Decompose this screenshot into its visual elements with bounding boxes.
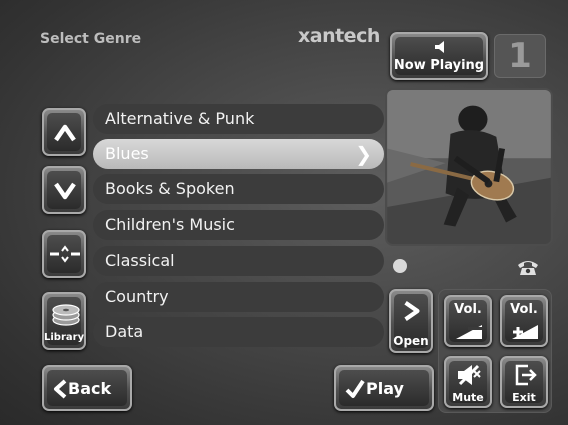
status-dot-icon bbox=[393, 259, 407, 273]
speaker-icon bbox=[435, 41, 444, 53]
chevron-right-icon bbox=[404, 301, 420, 321]
album-art bbox=[385, 88, 553, 246]
back-button[interactable]: Back bbox=[42, 365, 132, 411]
arrow-down-icon bbox=[54, 182, 76, 200]
checkmark-icon bbox=[345, 379, 365, 398]
genre-list-item[interactable]: Classical bbox=[93, 246, 384, 276]
exit-button[interactable]: Exit bbox=[500, 356, 548, 408]
open-label: Open bbox=[393, 334, 429, 348]
genre-list-item[interactable]: Books & Spoken bbox=[93, 174, 384, 204]
back-label: Back bbox=[68, 379, 112, 398]
screen: Select Genre xantech Now Playing 1 Libra… bbox=[0, 0, 568, 425]
mute-button[interactable]: Mute bbox=[444, 356, 492, 408]
genre-label: Classical bbox=[105, 251, 175, 270]
genre-label: Books & Spoken bbox=[105, 179, 235, 198]
genre-list-item[interactable]: Data bbox=[93, 317, 384, 347]
genre-list-item[interactable]: Children's Music bbox=[93, 210, 384, 240]
disc-stack-icon bbox=[52, 304, 80, 326]
page-title: Select Genre bbox=[40, 31, 142, 47]
volume-up-button[interactable]: Vol. bbox=[500, 295, 548, 347]
arrow-left-icon bbox=[54, 379, 67, 399]
genre-list-item-selected[interactable]: Blues ❯ bbox=[93, 139, 384, 169]
chevron-right-icon: ❯ bbox=[355, 142, 372, 166]
exit-label: Exit bbox=[512, 391, 536, 404]
volume-down-icon bbox=[456, 325, 482, 339]
now-playing-label: Now Playing bbox=[393, 58, 485, 73]
open-button[interactable]: Open bbox=[389, 289, 433, 353]
brand-logo: xantech bbox=[298, 25, 380, 47]
library-button[interactable]: Library bbox=[42, 292, 86, 350]
jump-button[interactable] bbox=[42, 230, 86, 278]
zone-number: 1 bbox=[494, 34, 546, 78]
scroll-down-button[interactable] bbox=[42, 166, 86, 214]
album-art-image bbox=[387, 90, 551, 244]
arrow-up-icon bbox=[54, 124, 76, 142]
genre-label: Blues bbox=[105, 144, 149, 163]
genre-list-item[interactable]: Alternative & Punk bbox=[93, 104, 384, 134]
volume-up-label: Vol. bbox=[510, 302, 538, 317]
phone-icon[interactable] bbox=[516, 258, 540, 276]
now-playing-button[interactable]: Now Playing bbox=[390, 32, 488, 80]
scroll-up-button[interactable] bbox=[42, 108, 86, 156]
genre-label: Alternative & Punk bbox=[105, 109, 255, 128]
genre-label: Country bbox=[105, 287, 169, 306]
genre-label: Data bbox=[105, 322, 144, 341]
mute-icon bbox=[458, 364, 481, 386]
genre-label: Children's Music bbox=[105, 215, 235, 234]
exit-icon bbox=[515, 364, 537, 386]
mute-label: Mute bbox=[452, 391, 484, 404]
volume-down-label: Vol. bbox=[454, 302, 482, 317]
volume-down-button[interactable]: Vol. bbox=[444, 295, 492, 347]
genre-list-item[interactable]: Country bbox=[93, 282, 384, 312]
volume-up-icon bbox=[512, 325, 538, 339]
library-label: Library bbox=[44, 332, 85, 343]
play-label: Play bbox=[366, 379, 404, 398]
play-button[interactable]: Play bbox=[334, 365, 434, 411]
jump-icon bbox=[50, 245, 80, 263]
